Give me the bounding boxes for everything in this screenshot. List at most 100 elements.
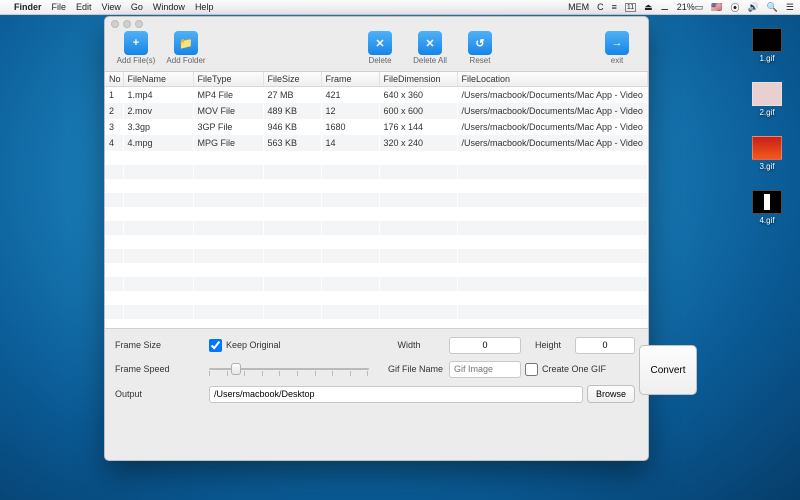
traffic-zoom-icon[interactable] — [135, 20, 143, 28]
output-label: Output — [115, 389, 205, 399]
cell-no — [105, 263, 123, 277]
col-filename[interactable]: FileName — [123, 72, 193, 87]
col-location[interactable]: FileLocation — [457, 72, 648, 87]
file-label: 1.gif — [746, 54, 788, 63]
file-table[interactable]: No FileName FileType FileSize Frame File… — [105, 71, 648, 329]
titlebar[interactable] — [105, 17, 648, 31]
table-row — [105, 221, 648, 235]
cell-fn — [123, 263, 193, 277]
cell-ft — [193, 179, 263, 193]
cell-fr — [321, 151, 379, 165]
cell-fr: 14 — [321, 135, 379, 151]
file-label: 4.gif — [746, 216, 788, 225]
col-filesize[interactable]: FileSize — [263, 72, 321, 87]
menu-file[interactable]: File — [52, 2, 67, 12]
menu-edit[interactable]: Edit — [76, 2, 92, 12]
create-one-gif-checkbox[interactable] — [525, 363, 538, 376]
cell-fn — [123, 151, 193, 165]
desktop-file-4[interactable]: 4.gif — [746, 190, 788, 225]
cell-no — [105, 291, 123, 305]
table-row — [105, 277, 648, 291]
cell-fl — [457, 179, 648, 193]
cell-fl — [457, 151, 648, 165]
volume-icon[interactable]: 🔊 — [747, 2, 758, 13]
cell-fd — [379, 277, 457, 291]
convert-button[interactable]: Convert — [639, 345, 697, 395]
cell-fs — [263, 221, 321, 235]
wifi-icon[interactable]: ⦿ — [730, 1, 739, 14]
keep-original-checkbox[interactable] — [209, 339, 222, 352]
cell-ft — [193, 221, 263, 235]
desktop-file-1[interactable]: 1.gif — [746, 28, 788, 63]
output-path-input[interactable] — [209, 386, 583, 403]
col-dimension[interactable]: FileDimension — [379, 72, 457, 87]
cell-fn — [123, 179, 193, 193]
exit-button[interactable]: →exit — [594, 31, 640, 65]
cell-fr — [321, 249, 379, 263]
table-row — [105, 179, 648, 193]
options-panel: Frame Size Keep Original Width Height Co… — [105, 329, 648, 413]
reset-button[interactable]: ↺Reset — [457, 31, 503, 65]
reset-icon: ↺ — [468, 31, 492, 55]
menu-go[interactable]: Go — [131, 2, 143, 12]
slider-knob-icon[interactable] — [231, 363, 241, 375]
table-row[interactable]: 22.movMOV File489 KB12600 x 600/Users/ma… — [105, 103, 648, 119]
frame-speed-slider[interactable] — [209, 361, 369, 378]
flag-icon[interactable]: 🇺🇸 — [711, 2, 722, 13]
add-folder-icon: 📁 — [174, 31, 198, 55]
battery-status[interactable]: 21% ▭ — [677, 2, 704, 13]
cell-ft — [193, 277, 263, 291]
create-one-gif-label: Create One GIF — [542, 363, 606, 373]
col-no[interactable]: No — [105, 72, 123, 87]
menu-app[interactable]: Finder — [14, 2, 42, 12]
menu-extra-icon[interactable]: ≡ — [612, 2, 617, 12]
keep-original-label: Keep Original — [226, 339, 281, 349]
cell-fn — [123, 305, 193, 319]
traffic-close-icon[interactable] — [111, 20, 119, 28]
notification-center-icon[interactable]: ☰ — [786, 2, 794, 13]
desktop-file-2[interactable]: 2.gif — [746, 82, 788, 117]
eject-icon[interactable]: ⏏ — [644, 2, 653, 13]
cell-fl — [457, 249, 648, 263]
table-row — [105, 165, 648, 179]
cell-fd — [379, 263, 457, 277]
add-folder-button[interactable]: 📁Add Folder — [163, 31, 209, 65]
browse-button[interactable]: Browse — [587, 385, 635, 403]
cell-ft: MP4 File — [193, 87, 263, 104]
menu-view[interactable]: View — [102, 2, 121, 12]
col-filetype[interactable]: FileType — [193, 72, 263, 87]
bluetooth-icon[interactable]: ⚊ — [661, 2, 669, 13]
table-row[interactable]: 11.mp4MP4 File27 MB421640 x 360/Users/ma… — [105, 87, 648, 104]
delete-all-button[interactable]: ✕Delete All — [407, 31, 453, 65]
cell-fr — [321, 193, 379, 207]
delete-button[interactable]: ✕Delete — [357, 31, 403, 65]
cell-fl — [457, 193, 648, 207]
calendar-icon[interactable]: 11 — [625, 3, 636, 12]
gif-name-input[interactable] — [449, 361, 521, 378]
height-input[interactable] — [575, 337, 635, 354]
desktop-file-3[interactable]: 3.gif — [746, 136, 788, 171]
app-window: +Add File(s) 📁Add Folder ✕Delete ✕Delete… — [104, 16, 649, 461]
table-row[interactable]: 33.3gp3GP File946 KB1680176 x 144/Users/… — [105, 119, 648, 135]
table-row — [105, 207, 648, 221]
file-label: 2.gif — [746, 108, 788, 117]
cell-no: 4 — [105, 135, 123, 151]
btn-label: Reset — [470, 56, 491, 65]
traffic-minimize-icon[interactable] — [123, 20, 131, 28]
cell-fn: 4.mpg — [123, 135, 193, 151]
table-row[interactable]: 44.mpgMPG File563 KB14320 x 240/Users/ma… — [105, 135, 648, 151]
add-files-button[interactable]: +Add File(s) — [113, 31, 159, 65]
cell-fd — [379, 179, 457, 193]
refresh-icon[interactable]: C — [597, 2, 604, 12]
cell-fl — [457, 235, 648, 249]
table-row — [105, 249, 648, 263]
table-row — [105, 291, 648, 305]
spotlight-icon[interactable]: 🔍 — [767, 2, 778, 13]
btn-label: Delete — [368, 56, 391, 65]
col-frame[interactable]: Frame — [321, 72, 379, 87]
cell-ft — [193, 249, 263, 263]
menu-window[interactable]: Window — [153, 2, 185, 12]
battery-icon: ▭ — [695, 2, 704, 13]
width-input[interactable] — [449, 337, 521, 354]
menu-help[interactable]: Help — [195, 2, 214, 12]
